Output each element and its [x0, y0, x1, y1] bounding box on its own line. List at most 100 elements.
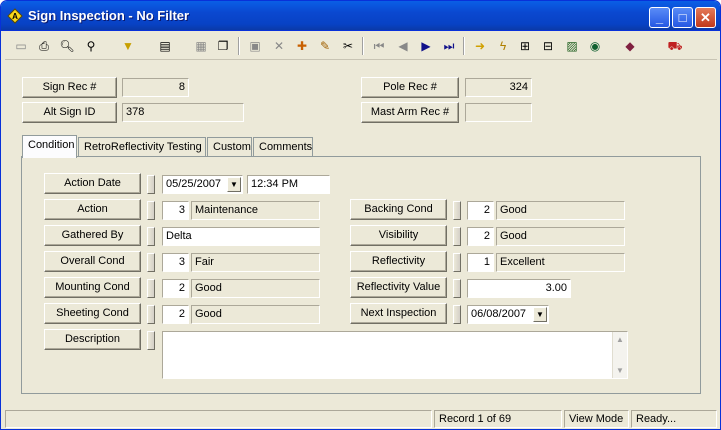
edit-form-icon[interactable]: ▦ [191, 36, 211, 56]
sign-rec-button[interactable]: Sign Rec # [22, 77, 117, 98]
toolbar-separator [362, 37, 364, 55]
reflectivity-value-button[interactable]: Reflectivity Value [350, 277, 447, 298]
pole-rec-button[interactable]: Pole Rec # [361, 77, 459, 98]
visibility-button[interactable]: Visibility [350, 225, 447, 246]
mast-arm-rec-value [465, 103, 532, 122]
print-preview-icon[interactable]: 🔍︎ [57, 36, 77, 56]
dropdown-arrow-icon[interactable]: ▼ [227, 177, 241, 192]
sheeting-cond-code[interactable]: 2 [162, 305, 189, 324]
description-textarea[interactable] [162, 331, 628, 379]
action-time-field[interactable]: 12:34 PM [247, 175, 330, 194]
visibility-description: Good [496, 227, 625, 246]
gathered-by-field[interactable]: Delta [162, 227, 320, 246]
backing-cond-button[interactable]: Backing Cond [350, 199, 447, 220]
overall-cond-button[interactable]: Overall Cond [44, 251, 141, 272]
field-handle [147, 331, 155, 350]
next-inspection-picker[interactable]: 06/08/2007 ▼ [467, 305, 549, 324]
previous-record-icon[interactable]: ◀ [393, 36, 413, 56]
dropdown-arrow-icon[interactable]: ▼ [533, 307, 547, 322]
status-panel-blank [5, 410, 432, 428]
print-icon[interactable]: ⎙ [34, 36, 54, 56]
action-date-button[interactable]: Action Date [44, 173, 141, 194]
image-view-icon[interactable]: ▨ [562, 36, 582, 56]
first-record-icon[interactable]: ⏮ [369, 36, 389, 56]
alt-sign-id-value: 378 [122, 103, 244, 122]
tree-icon[interactable]: ⊞ [515, 36, 535, 56]
tab-retroreflectivity[interactable]: RetroReflectivity Testing [78, 137, 206, 157]
next-inspection-button[interactable]: Next Inspection [350, 303, 447, 324]
overall-cond-code[interactable]: 3 [162, 253, 189, 272]
field-handle [147, 227, 155, 246]
mounting-cond-button[interactable]: Mounting Cond [44, 277, 141, 298]
reflectivity-button[interactable]: Reflectivity [350, 251, 447, 272]
scroll-down-icon[interactable]: ▼ [613, 363, 627, 378]
book-icon[interactable]: ◆ [620, 36, 640, 56]
main-window: A Sign Inspection - No Filter _ □ ✕ ▭ ⎙ … [0, 0, 721, 430]
minimize-button[interactable]: _ [649, 7, 670, 28]
field-handle [453, 253, 461, 272]
arrow-right-icon[interactable]: ➜ [470, 36, 490, 56]
toolbar: ▭ ⎙ 🔍︎ ⚲ ▼ ▤ ▦ ❐ ▣ ✕ ✚ ✎ ✂ ⏮ ◀ ▶ ⏭ ➜ ϟ ⊞… [5, 34, 717, 60]
image-icon[interactable]: ✚ [292, 36, 312, 56]
scissors-icon[interactable]: ✂ [338, 36, 358, 56]
field-handle [147, 253, 155, 272]
gathered-by-button[interactable]: Gathered By [44, 225, 141, 246]
alt-sign-id-button[interactable]: Alt Sign ID [22, 102, 117, 123]
field-handle [147, 201, 155, 220]
field-handle [453, 201, 461, 220]
tab-custom[interactable]: Custom [207, 137, 252, 157]
sheeting-cond-button[interactable]: Sheeting Cond [44, 303, 141, 324]
mast-arm-rec-button[interactable]: Mast Arm Rec # [361, 102, 459, 123]
action-code[interactable]: 3 [162, 201, 189, 220]
pencil-icon[interactable]: ✎ [315, 36, 335, 56]
lightning-icon[interactable]: ϟ [493, 36, 513, 56]
mounting-cond-code[interactable]: 2 [162, 279, 189, 298]
pole-rec-value: 324 [465, 78, 532, 97]
action-button[interactable]: Action [44, 199, 141, 220]
field-handle [453, 305, 461, 324]
next-record-icon[interactable]: ▶ [416, 36, 436, 56]
backing-cond-code[interactable]: 2 [467, 201, 494, 220]
globe-icon[interactable]: ◉ [585, 36, 605, 56]
field-handle [147, 279, 155, 298]
car-icon[interactable]: ⛟ [665, 36, 685, 56]
toolbar-separator [463, 37, 465, 55]
action-description: Maintenance [191, 201, 320, 220]
overall-cond-description: Fair [191, 253, 320, 272]
next-inspection-value: 06/08/2007 [471, 308, 527, 320]
action-date-value: 05/25/2007 [166, 178, 222, 190]
description-scrollbar[interactable]: ▲ ▼ [612, 332, 627, 378]
scroll-up-icon[interactable]: ▲ [613, 332, 627, 347]
description-button[interactable]: Description [44, 329, 141, 350]
new-record-icon[interactable]: ▭ [11, 36, 31, 56]
delete-icon[interactable]: ✕ [269, 36, 289, 56]
gallery-icon[interactable]: ⊟ [538, 36, 558, 56]
toolbar-separator [238, 37, 240, 55]
status-state: Ready... [631, 410, 717, 428]
reflectivity-code[interactable]: 1 [467, 253, 494, 272]
sheeting-cond-description: Good [191, 305, 320, 324]
reflectivity-description: Excellent [496, 253, 625, 272]
visibility-code[interactable]: 2 [467, 227, 494, 246]
field-handle [453, 279, 461, 298]
status-bar: Record 1 of 69 View Mode Ready... [5, 410, 717, 428]
action-date-picker[interactable]: 05/25/2007 ▼ [162, 175, 243, 194]
status-record: Record 1 of 69 [434, 410, 562, 428]
save-icon[interactable]: ▣ [245, 36, 265, 56]
title-bar[interactable]: A Sign Inspection - No Filter _ □ ✕ [1, 1, 720, 31]
field-handle [147, 175, 155, 194]
tab-comments[interactable]: Comments [253, 137, 313, 157]
copy-record-icon[interactable]: ❐ [213, 36, 233, 56]
close-button[interactable]: ✕ [695, 7, 716, 28]
reflectivity-value-field[interactable]: 3.00 [467, 279, 571, 298]
filter-icon[interactable]: ▼ [118, 36, 138, 56]
binoculars-icon[interactable]: ⚲ [81, 36, 101, 56]
status-mode: View Mode [564, 410, 629, 428]
maximize-button[interactable]: □ [672, 7, 693, 28]
form-select-icon[interactable]: ▤ [155, 36, 175, 56]
last-record-icon[interactable]: ⏭ [439, 36, 459, 56]
tab-condition[interactable]: Condition [22, 135, 77, 158]
mounting-cond-description: Good [191, 279, 320, 298]
sign-rec-value: 8 [122, 78, 189, 97]
app-sign-icon: A [7, 8, 23, 24]
